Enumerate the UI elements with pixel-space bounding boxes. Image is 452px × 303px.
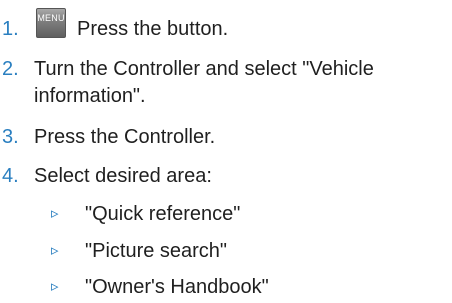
step-text: Press the Controller. — [34, 126, 216, 148]
instruction-list: 1. MENU Press the button. 2. Turn the Co… — [0, 0, 452, 303]
step-number: 4. — [2, 165, 19, 187]
option-label: "Picture search" — [85, 240, 228, 262]
menu-key-icon: MENU — [36, 8, 66, 38]
option-label: "Owner's Handbook" — [85, 276, 269, 298]
step-number: 3. — [2, 126, 19, 148]
triangle-right-icon: ▹ — [51, 278, 59, 295]
triangle-right-icon: ▹ — [51, 205, 59, 222]
step-number: 2. — [2, 58, 19, 80]
step-number: 1. — [2, 18, 19, 40]
step-text-line-1: Turn the Controller and select "Vehicle — [34, 58, 374, 80]
step-text: Press the button. — [77, 18, 229, 40]
step-text-line-2: information". — [34, 85, 146, 107]
option-label: "Quick reference" — [85, 203, 241, 225]
step-text: Select desired area: — [34, 165, 212, 187]
triangle-right-icon: ▹ — [51, 242, 59, 259]
